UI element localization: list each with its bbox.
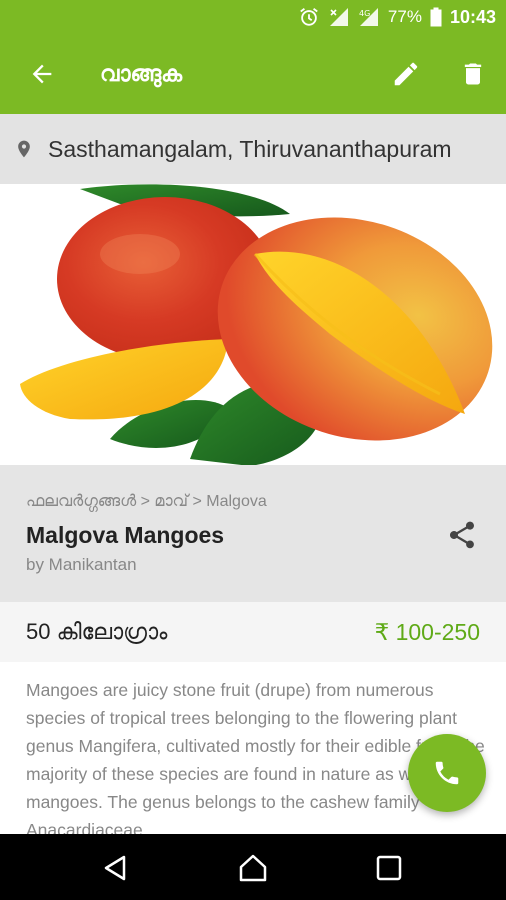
nav-home-icon — [239, 854, 267, 882]
page-title: വാങ്ങുക — [100, 61, 183, 86]
status-icons: 4G 77% 10:43 — [298, 0, 496, 34]
product-title: Malgova Mangoes — [26, 522, 225, 548]
phone-icon — [435, 761, 459, 785]
battery-icon — [430, 7, 442, 27]
nav-back-icon — [104, 855, 126, 881]
signal-icon — [329, 8, 348, 26]
arrow-back-icon — [32, 64, 52, 84]
edit-button[interactable] — [386, 54, 426, 94]
share-button[interactable] — [442, 515, 482, 555]
product-image — [0, 184, 506, 465]
call-button[interactable] — [408, 734, 486, 812]
delete-button[interactable] — [453, 54, 493, 94]
seller-name: by Manikantan — [26, 555, 137, 574]
location-text: Sasthamangalam, Thiruvananthapuram — [48, 136, 452, 162]
svg-text:4G: 4G — [359, 9, 370, 18]
nav-recents-button[interactable] — [369, 848, 409, 888]
quantity-price-row: 50 കിലോഗ്രാം ₹ 100-250 — [0, 602, 506, 662]
status-bar: 4G 77% 10:43 — [0, 0, 506, 34]
battery-percent: 77% — [387, 7, 422, 26]
nav-home-button[interactable] — [233, 848, 273, 888]
price: ₹ 100-250 — [374, 619, 480, 645]
back-button[interactable] — [22, 54, 62, 94]
map-pin-icon — [18, 140, 30, 158]
pencil-icon — [394, 62, 418, 86]
location-bar: Sasthamangalam, Thiruvananthapuram — [0, 114, 506, 184]
status-time: 10:43 — [449, 6, 496, 27]
share-icon — [449, 521, 474, 549]
nav-recents-icon — [376, 855, 402, 881]
product-info: ഫലവർഗ്ഗങ്ങൾ > മാവ് > Malgova Malgova Man… — [0, 465, 506, 602]
alarm-icon — [300, 8, 318, 26]
mango-illustration — [20, 184, 493, 465]
app-bar: വാങ്ങുക — [0, 34, 506, 114]
breadcrumb: ഫലവർഗ്ഗങ്ങൾ > മാവ് > Malgova — [26, 493, 267, 510]
signal-4g-icon: 4G — [359, 8, 378, 26]
trash-icon — [464, 63, 482, 85]
nav-back-button[interactable] — [95, 848, 135, 888]
navigation-bar — [0, 834, 506, 900]
quantity: 50 കിലോഗ്രാം — [26, 619, 168, 644]
